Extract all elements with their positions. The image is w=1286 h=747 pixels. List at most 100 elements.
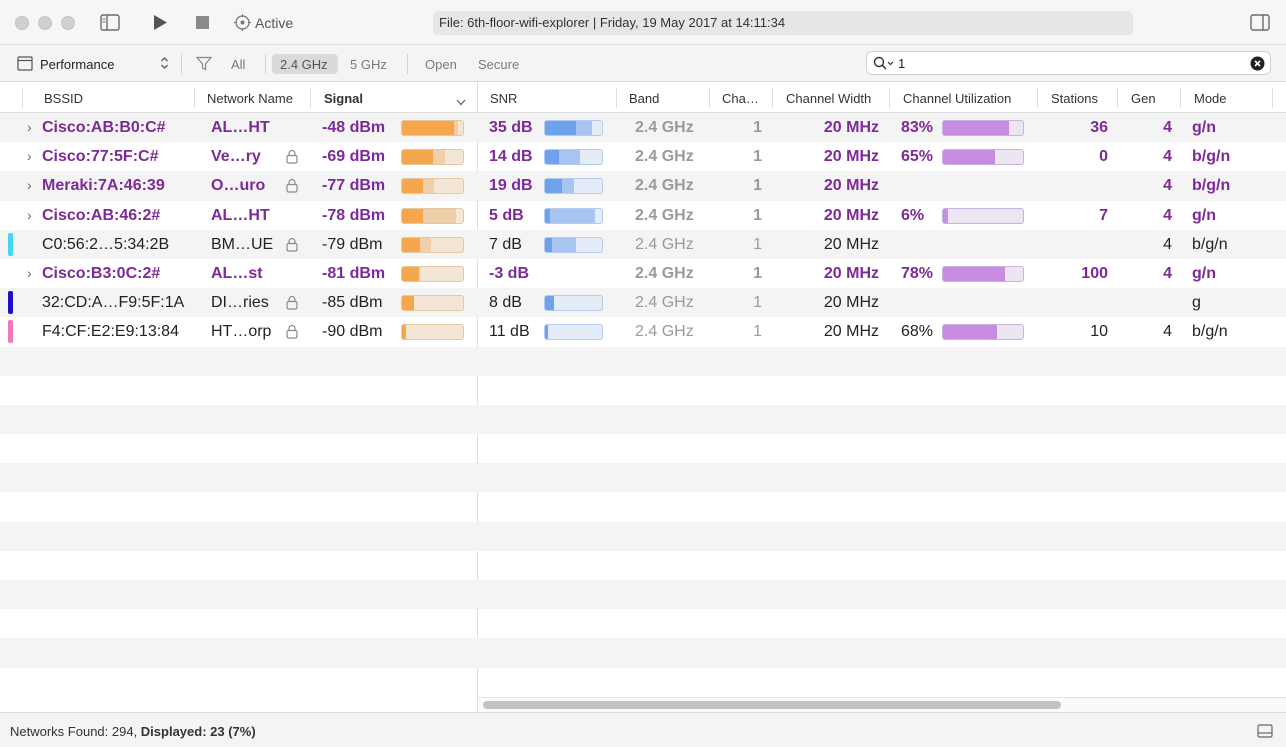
- bssid-cell: Cisco:AB:46:2#: [42, 206, 161, 224]
- snr-cell: -3 dB: [489, 264, 529, 282]
- band-24ghz-button[interactable]: 2.4 GHz: [280, 57, 328, 72]
- stations-cell: 10: [1090, 323, 1108, 341]
- column-header-band[interactable]: Band: [629, 91, 659, 106]
- horizontal-scrollbar[interactable]: [478, 697, 1286, 712]
- empty-table-row: [0, 376, 1286, 405]
- column-divider: [889, 88, 890, 108]
- signal-bar: [401, 207, 464, 224]
- search-input[interactable]: 1: [898, 56, 905, 71]
- secure-filter-button[interactable]: Secure: [478, 57, 519, 72]
- column-divider: [709, 88, 710, 108]
- column-header-channel-utilization[interactable]: Channel Utilization: [903, 91, 1011, 106]
- table-row[interactable]: C0:56:2…5:34:2B BM…UE -79 dBm 7 dB 2.4 GHz 1 2…: [0, 229, 1286, 259]
- column-header-signal[interactable]: Signal: [324, 91, 363, 106]
- table-row[interactable]: › Cisco:AB:B0:C# AL…HT -48 dBm 35 dB 2.4 GHz 1…: [0, 113, 1286, 143]
- table-row[interactable]: › Cisco:B3:0C:2# AL…st -81 dBm -3 dB 2.4 GHz 1…: [0, 259, 1286, 288]
- chevron-right-icon[interactable]: ›: [27, 265, 32, 281]
- lock-icon: [286, 295, 298, 315]
- lock-icon: [286, 324, 298, 344]
- column-header-network-name[interactable]: Network Name: [207, 91, 293, 106]
- open-filter-button[interactable]: Open: [425, 57, 457, 72]
- stations-cell: 7: [1099, 206, 1108, 224]
- chevron-updown-icon[interactable]: [160, 56, 169, 73]
- empty-table-row: [0, 434, 1286, 463]
- filter-toolbar: Performance All 2.4 GHz 5 GHz Open Secur…: [0, 45, 1286, 82]
- chevron-right-icon[interactable]: ›: [27, 207, 32, 223]
- scan-status-label[interactable]: Active: [255, 15, 293, 31]
- table-row[interactable]: › Cisco:77:5F:C# Ve…ry -69 dBm 14 dB 2.4 GHz 1…: [0, 142, 1286, 171]
- close-window-button[interactable]: [15, 16, 29, 30]
- panel-toggle-icon[interactable]: [1257, 724, 1273, 741]
- zoom-window-button[interactable]: [61, 16, 75, 30]
- table-row[interactable]: › Meraki:7A:46:39 O…uro -77 dBm 19 dB 2.4 GHz…: [0, 171, 1286, 201]
- band-cell: 2.4 GHz: [635, 294, 694, 312]
- filter-all-button[interactable]: All: [231, 57, 245, 72]
- signal-cell: -79 dBm: [322, 235, 383, 253]
- snr-level-fill: [545, 179, 563, 194]
- inspector-toggle-icon[interactable]: [1250, 14, 1270, 34]
- column-header-channel[interactable]: Cha…: [722, 91, 759, 106]
- chevron-right-icon[interactable]: ›: [27, 148, 32, 164]
- table-row[interactable]: F4:CF:E2:E9:13:84 HT…orp -90 dBm 11 dB 2.4 G…: [0, 317, 1286, 346]
- gen-cell: 4: [1163, 119, 1172, 136]
- table-row[interactable]: › Cisco:AB:46:2# AL…HT -78 dBm 5 dB 2.4 GHz 1 2…: [0, 201, 1286, 230]
- clear-search-icon[interactable]: [1250, 56, 1265, 74]
- filter-icon[interactable]: [195, 56, 213, 74]
- sidebar-toggle-icon[interactable]: [100, 14, 120, 34]
- stop-icon[interactable]: [195, 15, 210, 33]
- mode-cell: g: [1192, 294, 1201, 312]
- utilization-fill: [943, 266, 1006, 281]
- snr-bar: [544, 207, 603, 224]
- column-header-snr[interactable]: SNR: [490, 91, 517, 106]
- signal-bar: [401, 265, 464, 282]
- network-color-marker: [8, 320, 13, 344]
- lock-icon: [286, 237, 298, 257]
- chevron-right-icon[interactable]: ›: [27, 177, 32, 193]
- network-table: › Cisco:AB:B0:C# AL…HT -48 dBm 35 dB 2.4 GHz 1…: [0, 113, 1286, 697]
- chevron-right-icon[interactable]: ›: [27, 119, 32, 135]
- bssid-cell: Cisco:B3:0C:2#: [42, 264, 161, 282]
- table-row[interactable]: 32:CD:A…F9:5F:1A DI…ries -85 dBm 8 dB 2.4 GH…: [0, 288, 1286, 318]
- empty-table-row: [0, 551, 1286, 580]
- band-cell: 2.4 GHz: [635, 177, 694, 195]
- snr-cell: 14 dB: [489, 148, 533, 166]
- column-header-bssid[interactable]: BSSID: [44, 91, 83, 106]
- column-header-channel-width[interactable]: Channel Width: [786, 91, 871, 106]
- column-header-mode[interactable]: Mode: [1194, 91, 1227, 106]
- column-divider: [194, 88, 195, 108]
- signal-level-fill: [402, 208, 424, 223]
- view-select[interactable]: Performance: [40, 57, 114, 72]
- utilization-bar: [942, 207, 1024, 224]
- signal-level-fill: [402, 325, 406, 340]
- snr-bar: [544, 178, 603, 195]
- utilization-bar: [942, 265, 1024, 282]
- network-color-marker: [8, 291, 13, 315]
- stations-cell: 100: [1081, 264, 1108, 282]
- search-field[interactable]: 1: [866, 51, 1271, 75]
- band-cell: 2.4 GHz: [635, 323, 694, 341]
- channel-cell: 1: [753, 294, 762, 312]
- signal-cell: -77 dBm: [322, 177, 386, 195]
- empty-table-row: [0, 404, 1286, 435]
- snr-bar: [544, 236, 603, 253]
- signal-level-fill: [402, 121, 454, 135]
- signal-level-fill: [402, 150, 433, 165]
- column-divider: [616, 88, 617, 108]
- signal-cell: -78 dBm: [322, 206, 386, 224]
- snr-peak-fill: [545, 208, 596, 223]
- networks-displayed-text: Displayed: 23 (7%): [140, 724, 256, 739]
- crosshair-icon[interactable]: [234, 14, 251, 34]
- minimize-window-button[interactable]: [38, 16, 52, 30]
- utilization-fill: [943, 150, 995, 165]
- snr-level-fill: [545, 325, 548, 340]
- play-icon[interactable]: [152, 14, 168, 34]
- band-5ghz-button[interactable]: 5 GHz: [350, 57, 387, 72]
- empty-table-row: [0, 521, 1286, 551]
- stations-cell: 36: [1090, 119, 1108, 136]
- sort-descending-icon[interactable]: [456, 94, 466, 109]
- search-icon[interactable]: [873, 56, 895, 74]
- scrollbar-thumb[interactable]: [483, 701, 1061, 709]
- column-header-stations[interactable]: Stations: [1051, 91, 1098, 106]
- bssid-cell: Meraki:7A:46:39: [42, 177, 165, 195]
- column-header-gen[interactable]: Gen: [1131, 91, 1156, 106]
